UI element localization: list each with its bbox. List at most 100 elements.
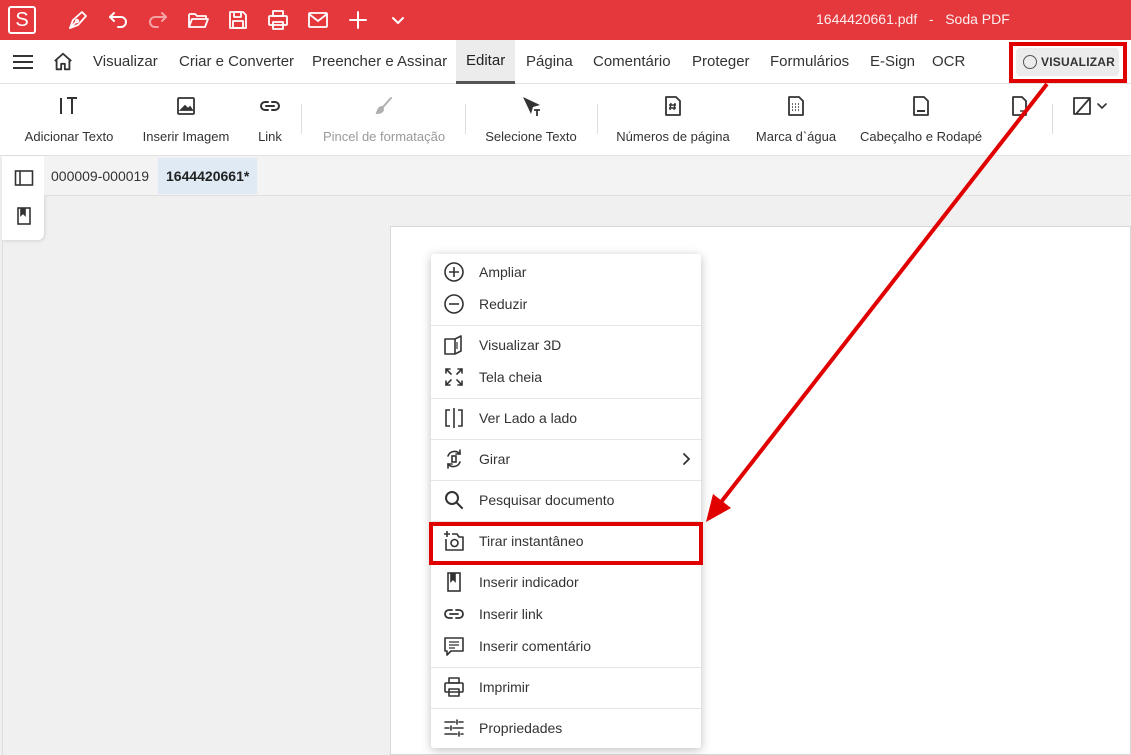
- menu-item-imprimir[interactable]: Imprimir: [431, 671, 701, 703]
- zoom-out-icon: [443, 293, 465, 315]
- undo-icon[interactable]: [106, 8, 130, 32]
- panel-edge: [2, 240, 3, 755]
- menu-pagina[interactable]: Página: [516, 40, 583, 84]
- format-brush-tool[interactable]: Pincel de formatação: [320, 92, 448, 148]
- image-icon: [174, 94, 198, 118]
- ribbon-toolbar: Adicionar Texto Inserir Imagem Link Pinc…: [0, 84, 1131, 156]
- menu-item-label: Ampliar: [479, 264, 527, 280]
- zoom-in-icon: [443, 261, 465, 283]
- menu-item-label: Pesquisar documento: [479, 492, 615, 508]
- window-title: 1644420661.pdf - Soda PDF: [816, 11, 1010, 27]
- ribbon-separator: [465, 104, 466, 134]
- menu-separator: [431, 398, 701, 399]
- menu-separator: [431, 708, 701, 709]
- menu-item-label: Reduzir: [479, 296, 528, 312]
- menu-item-girar[interactable]: Girar: [431, 443, 701, 475]
- insert-image-label: Inserir Imagem: [142, 129, 230, 144]
- header-footer-tool[interactable]: Cabeçalho e Rodapé: [860, 92, 982, 148]
- menu-visualizar[interactable]: Visualizar: [83, 40, 168, 84]
- menu-formularios[interactable]: Formulários: [760, 40, 859, 84]
- menu-item-inserir-link[interactable]: Inserir link: [431, 598, 701, 630]
- menu-item-reduzir[interactable]: Reduzir: [431, 288, 701, 320]
- redo-icon[interactable]: [146, 8, 170, 32]
- link-tool[interactable]: Link: [252, 92, 288, 148]
- mail-icon[interactable]: [306, 8, 330, 32]
- header-footer-label: Cabeçalho e Rodapé: [860, 129, 983, 144]
- menu-item-label: Propriedades: [479, 720, 563, 736]
- ribbon-separator: [1052, 104, 1053, 134]
- tab-document-2[interactable]: 1644420661*: [158, 158, 258, 194]
- menu-ocr[interactable]: OCR: [922, 40, 975, 84]
- menu-item-inserir-comentario[interactable]: Inserir comentário: [431, 630, 701, 662]
- menu-criar-e-converter[interactable]: Criar e Converter: [169, 40, 304, 84]
- app-logo[interactable]: S: [8, 6, 36, 34]
- select-text-label: Selecione Texto: [485, 129, 577, 144]
- menu-item-ampliar[interactable]: Ampliar: [431, 256, 701, 288]
- highlight-snapshot-item: [429, 522, 703, 565]
- menu-item-visualizar-3d[interactable]: Visualizar 3D: [431, 329, 701, 361]
- fullscreen-icon: [443, 366, 465, 388]
- hamburger-menu-icon[interactable]: [12, 52, 34, 72]
- chevron-down-icon: [1096, 100, 1108, 112]
- edit-pen-icon: [1070, 94, 1094, 118]
- menu-item-label: Imprimir: [479, 679, 530, 695]
- page-label-tool[interactable]: [1006, 92, 1034, 148]
- menu-separator: [431, 667, 701, 668]
- menu-separator: [431, 480, 701, 481]
- open-folder-icon[interactable]: [186, 8, 210, 32]
- panel-toggle-icon[interactable]: [14, 168, 34, 188]
- header-footer-icon: [909, 94, 933, 118]
- menu-item-inserir-indicador[interactable]: Inserir indicador: [431, 566, 701, 598]
- more-edit-tools[interactable]: [1070, 92, 1110, 148]
- add-text-tool[interactable]: Adicionar Texto: [22, 92, 116, 148]
- select-text-tool[interactable]: Selecione Texto: [483, 92, 579, 148]
- page-numbers-tool[interactable]: Números de página: [615, 92, 731, 148]
- menu-separator: [431, 325, 701, 326]
- page-label-icon: [1008, 94, 1032, 118]
- tab-document-1[interactable]: 000009-000019: [43, 158, 157, 194]
- print-icon[interactable]: [266, 8, 290, 32]
- rotate-icon: [443, 448, 465, 470]
- save-icon[interactable]: [226, 8, 250, 32]
- side-panel: [2, 156, 44, 240]
- home-icon[interactable]: [52, 51, 74, 73]
- search-icon: [443, 489, 465, 511]
- select-text-icon: [519, 94, 543, 118]
- brush-icon: [372, 94, 396, 118]
- text-tool-icon: [57, 94, 81, 118]
- highlight-visualizar-button: [1009, 42, 1127, 83]
- comment-icon: [443, 635, 465, 657]
- menu-item-lado-a-lado[interactable]: Ver Lado a lado: [431, 402, 701, 434]
- menu-comentario[interactable]: Comentário: [583, 40, 681, 84]
- menu-item-label: Tela cheia: [479, 369, 543, 385]
- menu-separator: [431, 439, 701, 440]
- link-icon: [258, 94, 282, 118]
- page-numbers-label: Números de página: [616, 129, 730, 144]
- menu-bar: Visualizar Criar e Converter Preencher e…: [0, 40, 1131, 84]
- watermark-tool[interactable]: Marca d`água: [754, 92, 838, 148]
- menu-proteger[interactable]: Proteger: [682, 40, 760, 84]
- plus-icon[interactable]: [346, 8, 370, 32]
- bookmark-panel-icon[interactable]: [14, 206, 34, 226]
- ribbon-separator: [301, 104, 302, 134]
- menu-item-propriedades[interactable]: Propriedades: [431, 712, 701, 744]
- side-by-side-icon: [443, 407, 465, 429]
- chevron-down-icon[interactable]: [386, 8, 410, 32]
- menu-editar[interactable]: Editar: [456, 40, 516, 84]
- menu-e-sign[interactable]: E-Sign: [860, 40, 925, 84]
- menu-item-label: Inserir indicador: [479, 574, 579, 590]
- menu-preencher-e-assinar[interactable]: Preencher e Assinar: [302, 40, 457, 84]
- title-bar: S 1644420661.pdf - Soda PDF: [0, 0, 1131, 40]
- insert-image-tool[interactable]: Inserir Imagem: [140, 92, 232, 148]
- document-tabs: 000009-000019 1644420661*: [44, 156, 1131, 196]
- chevron-right-icon: [679, 452, 693, 466]
- menu-item-label: Visualizar 3D: [479, 337, 562, 353]
- link-label: Link: [258, 129, 282, 144]
- pen-icon[interactable]: [66, 8, 90, 32]
- menu-item-pesquisar[interactable]: Pesquisar documento: [431, 484, 701, 516]
- bookmark-icon: [443, 571, 465, 593]
- menu-item-label: Inserir link: [479, 606, 543, 622]
- watermark-icon: [784, 94, 808, 118]
- menu-item-tela-cheia[interactable]: Tela cheia: [431, 361, 701, 393]
- ribbon-separator: [597, 104, 598, 134]
